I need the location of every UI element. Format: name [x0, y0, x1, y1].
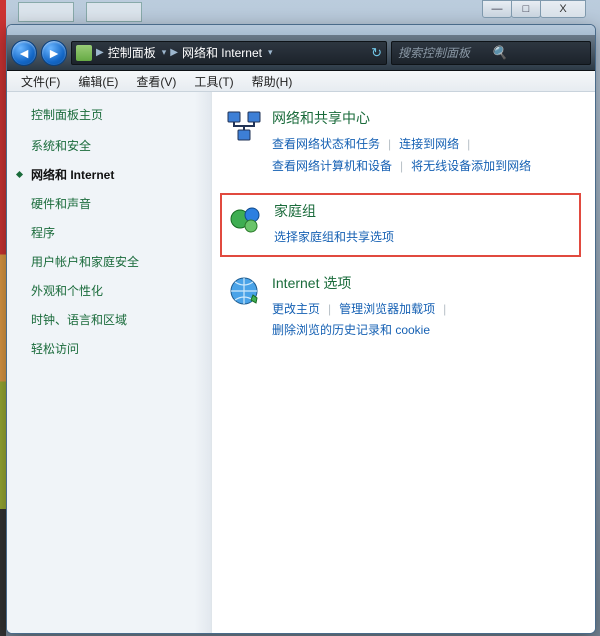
control-panel-window: ◄ ► ▶ 控制面板 ▾ ▶ 网络和 Internet ▾ ↻ 搜索控制面板 🔍…	[6, 24, 596, 634]
task-link[interactable]: 将无线设备添加到网络	[411, 156, 531, 178]
forward-button[interactable]: ►	[41, 40, 67, 66]
sidebar: 控制面板主页 系统和安全网络和 Internet 硬件和声音程序用户帐户和家庭安全…	[7, 92, 212, 633]
separator: |	[467, 134, 470, 156]
maximize-button[interactable]: □	[511, 0, 541, 18]
sidebar-item[interactable]: 网络和 Internet	[31, 166, 201, 183]
menu-help[interactable]: 帮助(H)	[244, 71, 301, 92]
task-link[interactable]: 连接到网络	[399, 134, 459, 156]
chevron-down-icon[interactable]: ▾	[162, 47, 167, 58]
task-link[interactable]: 查看网络状态和任务	[272, 134, 380, 156]
sidebar-item[interactable]: 轻松访问	[31, 340, 201, 357]
chevron-down-icon[interactable]: ▾	[268, 47, 273, 58]
homegroup-icon	[228, 201, 264, 237]
control-panel-icon	[76, 45, 92, 61]
separator: |	[328, 299, 331, 321]
separator: |	[388, 134, 391, 156]
sidebar-item[interactable]: 用户帐户和家庭安全	[31, 253, 201, 270]
sidebar-item[interactable]: 时钟、语言和区域	[31, 311, 201, 328]
refresh-icon[interactable]: ↻	[371, 45, 382, 61]
address-bar[interactable]: ▶ 控制面板 ▾ ▶ 网络和 Internet ▾ ↻	[71, 41, 387, 65]
back-button[interactable]: ◄	[11, 40, 37, 66]
nav-row: ◄ ► ▶ 控制面板 ▾ ▶ 网络和 Internet ▾ ↻ 搜索控制面板 🔍	[7, 35, 595, 71]
sidebar-item[interactable]: 程序	[31, 224, 201, 241]
sidebar-item[interactable]: 系统和安全	[31, 137, 201, 154]
category-section: 网络和共享中心查看网络状态和任务|连接到网络|查看网络计算机和设备|将无线设备添…	[226, 108, 581, 177]
menu-bar: 文件(F) 编辑(E) 查看(V) 工具(T) 帮助(H)	[7, 71, 595, 92]
breadcrumb-control-panel[interactable]: 控制面板	[108, 44, 156, 61]
menu-edit[interactable]: 编辑(E)	[70, 71, 126, 92]
content-pane: 网络和共享中心查看网络状态和任务|连接到网络|查看网络计算机和设备|将无线设备添…	[212, 92, 595, 633]
task-link[interactable]: 查看网络计算机和设备	[272, 156, 392, 178]
separator: |	[443, 299, 446, 321]
breadcrumb-network-internet[interactable]: 网络和 Internet	[182, 44, 262, 61]
menu-tools[interactable]: 工具(T)	[186, 71, 241, 92]
search-icon: 🔍	[491, 45, 584, 61]
menu-file[interactable]: 文件(F)	[13, 71, 68, 92]
task-link[interactable]: 删除浏览的历史记录和 cookie	[272, 320, 430, 342]
minimize-button[interactable]: —	[482, 0, 512, 18]
sidebar-item[interactable]: 外观和个性化	[31, 282, 201, 299]
chevron-right-icon: ▶	[170, 47, 178, 58]
chevron-right-icon: ▶	[96, 47, 104, 58]
sidebar-item[interactable]: 硬件和声音	[31, 195, 201, 212]
menu-view[interactable]: 查看(V)	[128, 71, 184, 92]
category-title[interactable]: Internet 选项	[272, 273, 581, 293]
category-section: 家庭组选择家庭组和共享选项	[220, 193, 581, 257]
separator: |	[400, 156, 403, 178]
sidebar-home[interactable]: 控制面板主页	[31, 106, 201, 123]
search-placeholder: 搜索控制面板	[398, 44, 491, 61]
task-link[interactable]: 选择家庭组和共享选项	[274, 227, 394, 249]
category-title[interactable]: 网络和共享中心	[272, 108, 581, 128]
category-section: Internet 选项更改主页|管理浏览器加载项|删除浏览的历史记录和 cook…	[226, 273, 581, 342]
internet-icon	[226, 273, 262, 309]
titlebar[interactable]	[7, 25, 595, 35]
task-link[interactable]: 管理浏览器加载项	[339, 299, 435, 321]
search-input[interactable]: 搜索控制面板 🔍	[391, 41, 591, 65]
network-icon	[226, 108, 262, 144]
task-link[interactable]: 更改主页	[272, 299, 320, 321]
category-title[interactable]: 家庭组	[274, 201, 573, 221]
close-button[interactable]: X	[540, 0, 586, 18]
